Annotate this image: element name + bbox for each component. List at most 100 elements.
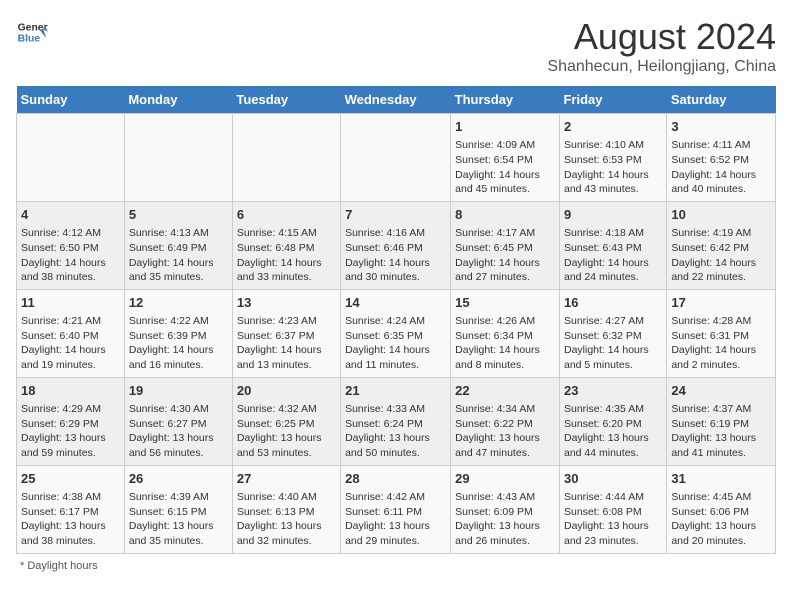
day-number: 5 — [129, 206, 228, 224]
day-number: 19 — [129, 382, 228, 400]
day-number: 20 — [237, 382, 336, 400]
day-number: 10 — [671, 206, 771, 224]
weekday-header-friday: Friday — [559, 86, 666, 114]
day-info: Sunrise: 4:27 AM Sunset: 6:32 PM Dayligh… — [564, 314, 662, 373]
day-number: 22 — [455, 382, 555, 400]
day-number: 12 — [129, 294, 228, 312]
day-info: Sunrise: 4:16 AM Sunset: 6:46 PM Dayligh… — [345, 226, 446, 285]
calendar-cell — [232, 114, 340, 202]
day-number: 31 — [671, 470, 771, 488]
weekday-header-thursday: Thursday — [451, 86, 560, 114]
day-number: 18 — [21, 382, 120, 400]
day-info: Sunrise: 4:43 AM Sunset: 6:09 PM Dayligh… — [455, 490, 555, 549]
day-info: Sunrise: 4:45 AM Sunset: 6:06 PM Dayligh… — [671, 490, 771, 549]
weekday-header-sunday: Sunday — [17, 86, 125, 114]
calendar-week-row: 1Sunrise: 4:09 AM Sunset: 6:54 PM Daylig… — [17, 114, 776, 202]
day-number: 29 — [455, 470, 555, 488]
calendar-cell: 23Sunrise: 4:35 AM Sunset: 6:20 PM Dayli… — [559, 377, 666, 465]
month-year-title: August 2024 — [547, 16, 776, 58]
day-number: 23 — [564, 382, 662, 400]
calendar-cell: 5 Sunrise: 4:13 AM Sunset: 6:49 PM Daylig… — [124, 201, 232, 289]
calendar-cell: 27 Sunrise: 4:40 AM Sunset: 6:13 PM Dayli… — [232, 465, 340, 553]
day-info: Sunrise: 4:29 AM Sunset: 6:29 PM Dayligh… — [21, 402, 120, 461]
calendar-cell: 20 Sunrise: 4:32 AM Sunset: 6:25 PM Dayli… — [232, 377, 340, 465]
day-info: Sunrise: 4:40 AM Sunset: 6:13 PM Dayligh… — [237, 490, 336, 549]
day-info: Sunrise: 4:38 AM Sunset: 6:17 PM Dayligh… — [21, 490, 120, 549]
footer-note: * Daylight hours — [16, 560, 776, 572]
day-number: 17 — [671, 294, 771, 312]
title-area: August 2024 Shanhecun, Heilongjiang, Chi… — [547, 16, 776, 76]
weekday-header-monday: Monday — [124, 86, 232, 114]
day-info: Sunrise: 4:15 AM Sunset: 6:48 PM Dayligh… — [237, 226, 336, 285]
day-info: Sunrise: 4:09 AM Sunset: 6:54 PM Dayligh… — [455, 138, 555, 197]
logo: General Blue — [16, 16, 48, 48]
calendar-table: SundayMondayTuesdayWednesdayThursdayFrid… — [16, 86, 776, 554]
svg-text:Blue: Blue — [18, 34, 41, 45]
day-info: Sunrise: 4:11 AM Sunset: 6:52 PM Dayligh… — [671, 138, 771, 197]
day-number: 26 — [129, 470, 228, 488]
day-number: 14 — [345, 294, 446, 312]
calendar-cell: 25 Sunrise: 4:38 AM Sunset: 6:17 PM Dayli… — [17, 465, 125, 553]
day-number: 7 — [345, 206, 446, 224]
calendar-cell: 26 Sunrise: 4:39 AM Sunset: 6:15 PM Dayli… — [124, 465, 232, 553]
day-number: 8 — [455, 206, 555, 224]
day-number: 27 — [237, 470, 336, 488]
day-number: 3 — [671, 118, 771, 136]
calendar-cell: 19 Sunrise: 4:30 AM Sunset: 6:27 PM Dayli… — [124, 377, 232, 465]
calendar-cell: 14 Sunrise: 4:24 AM Sunset: 6:35 PM Dayli… — [341, 289, 451, 377]
calendar-week-row: 11 Sunrise: 4:21 AM Sunset: 6:40 PM Dayli… — [17, 289, 776, 377]
day-number: 21 — [345, 382, 446, 400]
calendar-cell: 1Sunrise: 4:09 AM Sunset: 6:54 PM Daylig… — [451, 114, 560, 202]
weekday-header-row: SundayMondayTuesdayWednesdayThursdayFrid… — [17, 86, 776, 114]
day-info: Sunrise: 4:26 AM Sunset: 6:34 PM Dayligh… — [455, 314, 555, 373]
day-info: Sunrise: 4:13 AM Sunset: 6:49 PM Dayligh… — [129, 226, 228, 285]
calendar-cell: 30Sunrise: 4:44 AM Sunset: 6:08 PM Dayli… — [559, 465, 666, 553]
day-info: Sunrise: 4:21 AM Sunset: 6:40 PM Dayligh… — [21, 314, 120, 373]
calendar-cell: 18 Sunrise: 4:29 AM Sunset: 6:29 PM Dayli… — [17, 377, 125, 465]
calendar-cell — [124, 114, 232, 202]
calendar-week-row: 18 Sunrise: 4:29 AM Sunset: 6:29 PM Dayli… — [17, 377, 776, 465]
calendar-cell: 7 Sunrise: 4:16 AM Sunset: 6:46 PM Daylig… — [341, 201, 451, 289]
calendar-week-row: 4 Sunrise: 4:12 AM Sunset: 6:50 PM Daylig… — [17, 201, 776, 289]
day-info: Sunrise: 4:32 AM Sunset: 6:25 PM Dayligh… — [237, 402, 336, 461]
day-number: 11 — [21, 294, 120, 312]
calendar-cell: 16 Sunrise: 4:27 AM Sunset: 6:32 PM Dayli… — [559, 289, 666, 377]
day-number: 9 — [564, 206, 662, 224]
day-info: Sunrise: 4:30 AM Sunset: 6:27 PM Dayligh… — [129, 402, 228, 461]
footer-text: Daylight hours — [27, 560, 97, 572]
calendar-week-row: 25 Sunrise: 4:38 AM Sunset: 6:17 PM Dayli… — [17, 465, 776, 553]
calendar-cell: 29 Sunrise: 4:43 AM Sunset: 6:09 PM Dayli… — [451, 465, 560, 553]
day-info: Sunrise: 4:17 AM Sunset: 6:45 PM Dayligh… — [455, 226, 555, 285]
calendar-cell: 11 Sunrise: 4:21 AM Sunset: 6:40 PM Dayli… — [17, 289, 125, 377]
day-number: 25 — [21, 470, 120, 488]
day-number: 6 — [237, 206, 336, 224]
calendar-cell: 4 Sunrise: 4:12 AM Sunset: 6:50 PM Daylig… — [17, 201, 125, 289]
calendar-cell: 24Sunrise: 4:37 AM Sunset: 6:19 PM Dayli… — [667, 377, 776, 465]
calendar-cell: 21Sunrise: 4:33 AM Sunset: 6:24 PM Dayli… — [341, 377, 451, 465]
day-info: Sunrise: 4:34 AM Sunset: 6:22 PM Dayligh… — [455, 402, 555, 461]
day-number: 2 — [564, 118, 662, 136]
day-info: Sunrise: 4:12 AM Sunset: 6:50 PM Dayligh… — [21, 226, 120, 285]
calendar-cell: 2 Sunrise: 4:10 AM Sunset: 6:53 PM Daylig… — [559, 114, 666, 202]
day-number: 28 — [345, 470, 446, 488]
day-info: Sunrise: 4:10 AM Sunset: 6:53 PM Dayligh… — [564, 138, 662, 197]
weekday-header-saturday: Saturday — [667, 86, 776, 114]
day-info: Sunrise: 4:23 AM Sunset: 6:37 PM Dayligh… — [237, 314, 336, 373]
weekday-header-tuesday: Tuesday — [232, 86, 340, 114]
day-info: Sunrise: 4:42 AM Sunset: 6:11 PM Dayligh… — [345, 490, 446, 549]
day-number: 15 — [455, 294, 555, 312]
calendar-cell: 22 Sunrise: 4:34 AM Sunset: 6:22 PM Dayli… — [451, 377, 560, 465]
day-info: Sunrise: 4:24 AM Sunset: 6:35 PM Dayligh… — [345, 314, 446, 373]
calendar-cell: 31 Sunrise: 4:45 AM Sunset: 6:06 PM Dayli… — [667, 465, 776, 553]
calendar-cell: 3 Sunrise: 4:11 AM Sunset: 6:52 PM Daylig… — [667, 114, 776, 202]
day-info: Sunrise: 4:18 AM Sunset: 6:43 PM Dayligh… — [564, 226, 662, 285]
day-number: 16 — [564, 294, 662, 312]
calendar-cell — [341, 114, 451, 202]
day-info: Sunrise: 4:28 AM Sunset: 6:31 PM Dayligh… — [671, 314, 771, 373]
day-number: 4 — [21, 206, 120, 224]
calendar-cell: 8 Sunrise: 4:17 AM Sunset: 6:45 PM Daylig… — [451, 201, 560, 289]
day-info: Sunrise: 4:37 AM Sunset: 6:19 PM Dayligh… — [671, 402, 771, 461]
page-header: General Blue August 2024 Shanhecun, Heil… — [16, 16, 776, 76]
day-info: Sunrise: 4:39 AM Sunset: 6:15 PM Dayligh… — [129, 490, 228, 549]
day-info: Sunrise: 4:19 AM Sunset: 6:42 PM Dayligh… — [671, 226, 771, 285]
